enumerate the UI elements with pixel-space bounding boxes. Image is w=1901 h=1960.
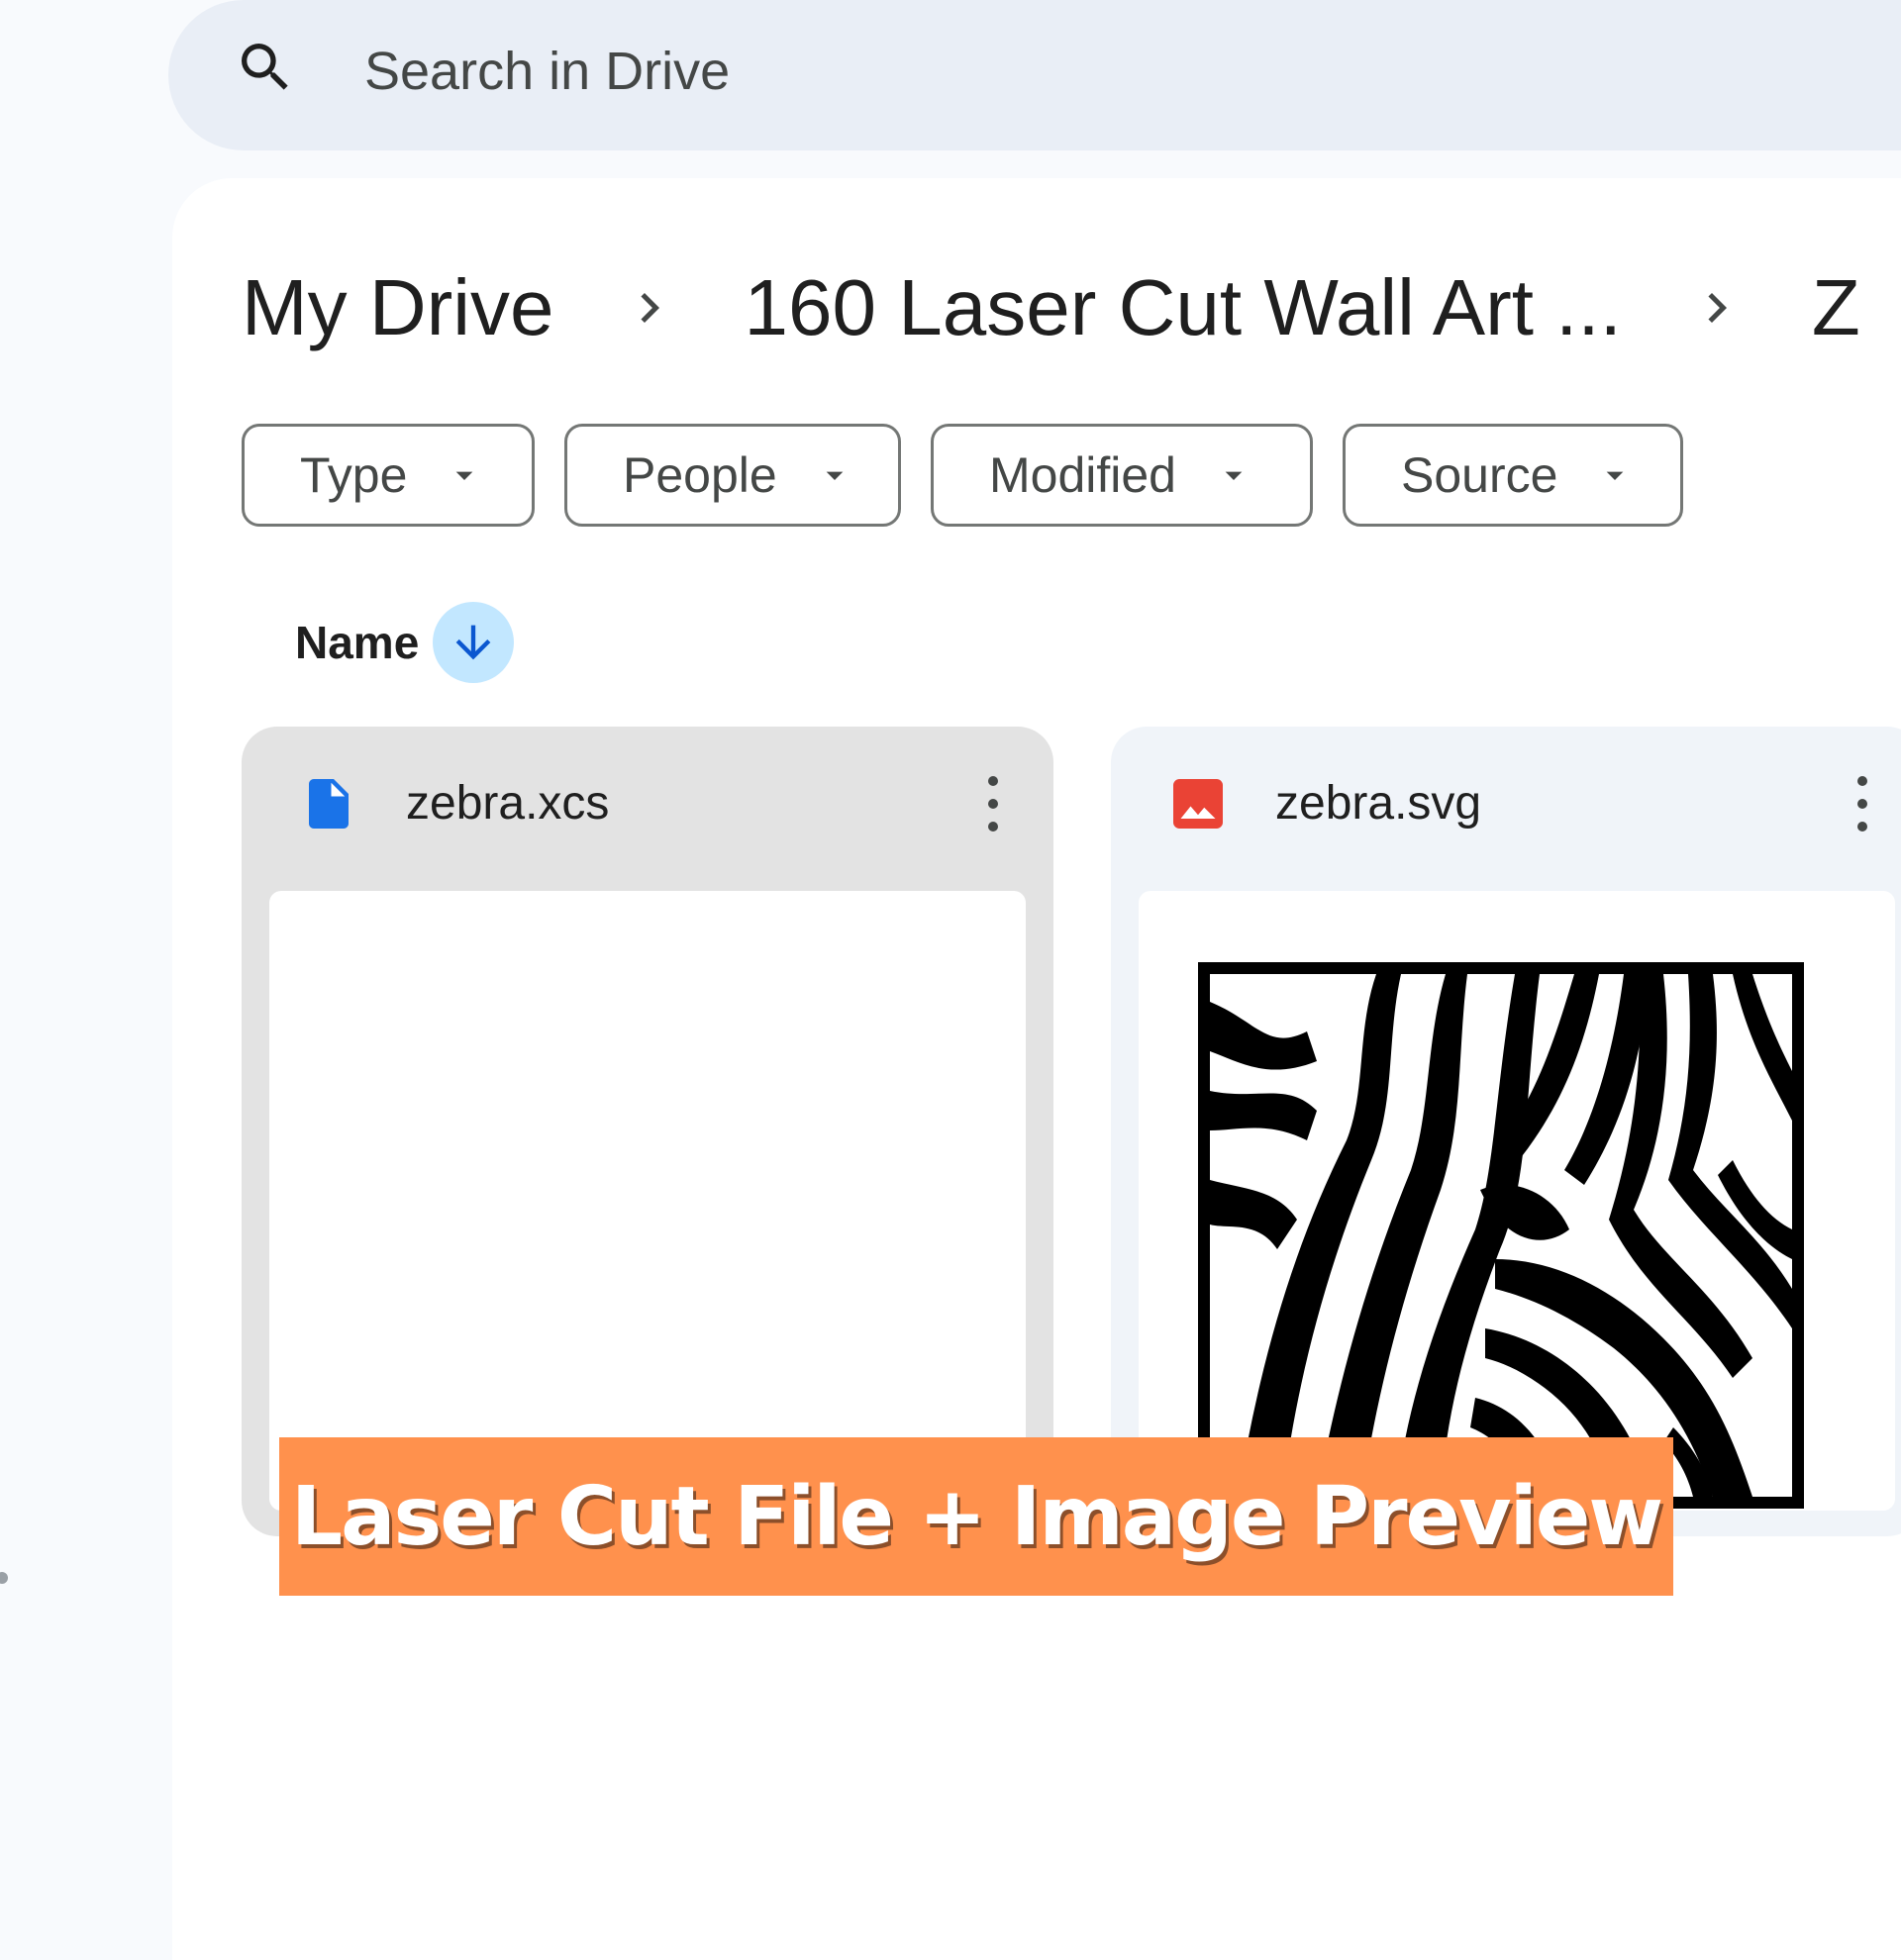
- chevron-right-icon: [620, 278, 679, 338]
- filter-chips: Type People Modified Source: [242, 424, 1683, 527]
- file-thumbnail-image[interactable]: [1139, 891, 1895, 1511]
- caret-down-icon: [445, 455, 484, 495]
- chip-label: Type: [300, 447, 408, 503]
- filter-modified-chip[interactable]: Modified: [931, 424, 1313, 527]
- search-icon[interactable]: [234, 36, 297, 99]
- file-name: zebra.svg: [1275, 777, 1482, 830]
- chip-label: People: [623, 447, 777, 503]
- file-thumbnail-blank[interactable]: [269, 891, 1026, 1511]
- sort-direction-button[interactable]: [433, 602, 515, 683]
- search-input[interactable]: Search in Drive: [364, 40, 730, 103]
- breadcrumb: My Drive 160 Laser Cut Wall Art ... Z: [242, 253, 1860, 362]
- filter-source-chip[interactable]: Source: [1343, 424, 1683, 527]
- image-file-icon: [1168, 774, 1228, 833]
- breadcrumb-folder[interactable]: 160 Laser Cut Wall Art ...: [745, 253, 1622, 362]
- sort-header: Name: [295, 602, 515, 683]
- doc-file-icon: [299, 774, 358, 833]
- file-card[interactable]: zebra.xcs: [242, 727, 1053, 1536]
- main-panel: My Drive 160 Laser Cut Wall Art ... Z Ty…: [172, 178, 1901, 1960]
- caption-text: Laser Cut File + Image Preview: [290, 1469, 1663, 1564]
- search-bar[interactable]: Search in Drive: [168, 0, 1901, 150]
- caret-down-icon: [1214, 455, 1253, 495]
- breadcrumb-current-folder[interactable]: Z: [1812, 253, 1860, 362]
- more-options-icon[interactable]: [978, 772, 1008, 835]
- zebra-stripe-image: [1198, 962, 1804, 1509]
- caption-banner: Laser Cut File + Image Preview: [279, 1437, 1673, 1596]
- chip-label: Source: [1401, 447, 1558, 503]
- sort-by-name-label[interactable]: Name: [295, 616, 419, 669]
- arrow-down-icon: [455, 625, 491, 660]
- caret-down-icon: [1595, 455, 1635, 495]
- scroll-indicator: [0, 1572, 8, 1584]
- file-card-header: zebra.svg: [1111, 727, 1901, 885]
- file-card[interactable]: zebra.svg: [1111, 727, 1901, 1536]
- breadcrumb-my-drive[interactable]: My Drive: [242, 253, 554, 362]
- chevron-right-icon: [1687, 278, 1747, 338]
- file-name: zebra.xcs: [406, 777, 610, 830]
- chip-label: Modified: [989, 447, 1176, 503]
- caret-down-icon: [815, 455, 854, 495]
- file-card-header: zebra.xcs: [242, 727, 1053, 885]
- more-options-icon[interactable]: [1848, 772, 1877, 835]
- filter-type-chip[interactable]: Type: [242, 424, 535, 527]
- filter-people-chip[interactable]: People: [564, 424, 901, 527]
